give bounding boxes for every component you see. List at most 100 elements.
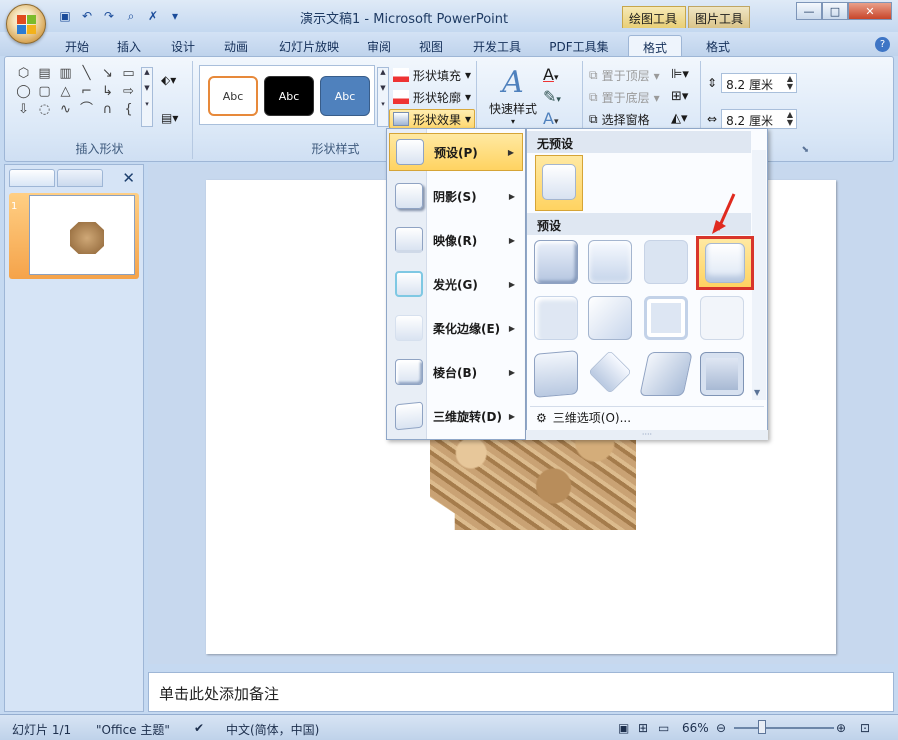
menu-item-glow[interactable]: 发光(G) ▶ — [389, 265, 523, 303]
shape-width-input[interactable]: 8.2 厘米 ▲ ▼ — [721, 109, 798, 129]
tab-developer[interactable]: 开发工具 — [466, 35, 528, 56]
shape-fill-button[interactable]: 形状填充 ▾ — [393, 65, 471, 85]
menu-item-preset[interactable]: 预设(P) ▶ — [389, 133, 523, 171]
preset-option-5[interactable] — [534, 296, 578, 340]
shape-height-input[interactable]: 8.2 厘米 ▲ ▼ — [721, 73, 798, 93]
text-effects-icon[interactable]: A▾ — [543, 109, 558, 128]
close-button[interactable]: ✕ — [848, 2, 892, 20]
text-fill-icon[interactable]: A▾ — [543, 65, 558, 84]
tab-format-drawing[interactable]: 格式 — [628, 35, 682, 56]
text-outline-icon[interactable]: ✎▾ — [543, 87, 561, 106]
rounded-rect-icon[interactable]: ▢ — [36, 85, 53, 99]
tab-slides-view[interactable] — [9, 169, 55, 187]
arrow-line-icon[interactable]: ↘ — [99, 67, 116, 81]
style-sample-black[interactable]: Abc — [264, 76, 314, 116]
tab-outline-view[interactable] — [57, 169, 103, 187]
zoom-slider[interactable] — [734, 727, 834, 729]
menu-item-shadow[interactable]: 阴影(S) ▶ — [389, 177, 523, 215]
shape-effects-button[interactable]: 形状效果 ▾ — [389, 109, 476, 129]
close-pane-icon[interactable]: ✕ — [122, 169, 135, 187]
right-arrow-shape-icon[interactable]: ⇨ — [120, 85, 137, 99]
elbow-connector-icon[interactable]: ⌐ — [78, 85, 95, 99]
tab-format-picture[interactable]: 格式 — [696, 35, 740, 56]
menu-item-3d-rotation[interactable]: 三维旋转(D) ▶ — [389, 397, 523, 435]
preset-option-7[interactable] — [644, 296, 688, 340]
normal-view-icon[interactable]: ▣ — [618, 721, 629, 735]
zoom-slider-handle[interactable] — [758, 720, 766, 734]
line-shape-icon[interactable]: ╲ — [78, 67, 95, 81]
tab-pdf-tools[interactable]: PDF工具集 — [544, 35, 614, 56]
shape-outline-button[interactable]: 形状轮廓 ▾ — [393, 87, 471, 107]
save-icon[interactable]: ▣ — [56, 8, 74, 24]
freeform-shape-icon[interactable]: ◌ — [36, 103, 53, 117]
preset-option-2[interactable] — [588, 240, 632, 284]
preset-gallery-scrollbar[interactable] — [752, 150, 766, 400]
styles-gallery-scroll[interactable]: ▲ ▼ ▾ — [377, 67, 389, 127]
textbox-shape-icon[interactable]: ▤ — [36, 67, 53, 81]
slide-sorter-icon[interactable]: ⊞ — [638, 721, 648, 735]
scribble-shape-icon[interactable]: ∿ — [57, 103, 74, 117]
menu-item-reflection[interactable]: 映像(R) ▶ — [389, 221, 523, 259]
slideshow-view-icon[interactable]: ▭ — [658, 721, 669, 735]
preset-option-12[interactable] — [700, 352, 744, 396]
tab-home[interactable]: 开始 — [58, 35, 96, 56]
zoom-in-icon[interactable]: ⊕ — [836, 721, 846, 735]
preset-option-8[interactable] — [700, 296, 744, 340]
send-to-back-button[interactable]: ⧉ 置于底层 ▾ — [589, 89, 660, 106]
preset-option-1[interactable] — [534, 240, 578, 284]
tab-slideshow[interactable]: 幻灯片放映 — [272, 35, 346, 56]
maximize-button[interactable]: □ — [822, 2, 848, 20]
undo-icon[interactable]: ↶ — [78, 8, 96, 24]
arc-shape-icon[interactable]: ⌒ — [78, 103, 95, 117]
tab-insert[interactable]: 插入 — [110, 35, 148, 56]
size-dialog-launcher-icon[interactable]: ⬊ — [801, 145, 809, 155]
preset-option-3[interactable] — [644, 240, 688, 284]
preset-option-6[interactable] — [588, 296, 632, 340]
no-preset-option[interactable] — [535, 155, 583, 211]
help-icon[interactable]: ? — [875, 37, 890, 52]
width-spinner[interactable]: ▲ ▼ — [787, 111, 793, 127]
zoom-level[interactable]: 66% — [682, 721, 709, 735]
tab-review[interactable]: 审阅 — [360, 35, 398, 56]
vertical-textbox-icon[interactable]: ▥ — [57, 67, 74, 81]
group-objects-icon[interactable]: ⊞▾ — [671, 89, 688, 104]
triangle-shape-icon[interactable]: △ — [57, 85, 74, 99]
minimize-button[interactable]: — — [796, 2, 822, 20]
brace-shape-icon[interactable]: { — [120, 103, 137, 117]
height-spinner[interactable]: ▲ ▼ — [787, 75, 793, 91]
resize-grip[interactable]: ···· — [526, 430, 768, 440]
tab-design[interactable]: 设计 — [164, 35, 202, 56]
rectangle-shape-icon[interactable]: ▭ — [120, 67, 137, 81]
fit-window-icon[interactable]: ⊡ — [860, 721, 870, 735]
preset-option-9[interactable] — [534, 350, 578, 398]
oval-shape-icon[interactable]: ◯ — [15, 85, 32, 99]
spelling-icon[interactable]: ✗ — [144, 8, 162, 24]
preset-option-11[interactable] — [639, 352, 693, 396]
textbox-icon[interactable]: ▤▾ — [161, 111, 178, 125]
octagon-shape-icon[interactable]: ⬡ — [15, 67, 32, 81]
elbow-arrow-icon[interactable]: ↳ — [99, 85, 116, 99]
tab-animations[interactable]: 动画 — [216, 35, 256, 56]
office-button[interactable] — [6, 4, 46, 44]
quick-styles-button[interactable]: A 快速样式 ▾ — [485, 65, 541, 126]
spell-check-icon[interactable]: ✔ — [194, 721, 204, 735]
preset-option-4-selected[interactable] — [696, 236, 754, 290]
edit-shape-icon[interactable]: ⬖▾ — [161, 73, 176, 87]
zoom-out-icon[interactable]: ⊖ — [716, 721, 726, 735]
redo-icon[interactable]: ↷ — [100, 8, 118, 24]
selection-pane-button[interactable]: ⧉ 选择窗格 — [589, 111, 650, 128]
curve-shape-icon[interactable]: ∩ — [99, 103, 116, 117]
menu-item-soft-edges[interactable]: 柔化边缘(E) ▶ — [389, 309, 523, 347]
down-arrow-shape-icon[interactable]: ⇩ — [15, 103, 32, 117]
shapes-gallery-scroll[interactable]: ▲ ▼ ▾ — [141, 67, 153, 127]
customize-icon[interactable]: ▾ — [166, 8, 184, 24]
rotate-icon[interactable]: ◭▾ — [671, 111, 688, 126]
tab-view[interactable]: 视图 — [412, 35, 450, 56]
align-icon[interactable]: ⊫▾ — [671, 67, 689, 82]
scroll-down-icon[interactable]: ▼ — [754, 388, 760, 397]
bring-to-front-button[interactable]: ⧉ 置于顶层 ▾ — [589, 67, 660, 84]
slide-thumbnail[interactable] — [29, 195, 135, 275]
style-sample-orange-outline[interactable]: Abc — [208, 76, 258, 116]
style-sample-blue[interactable]: Abc — [320, 76, 370, 116]
3d-options-link[interactable]: ⚙ 三维选项(O)... — [530, 406, 764, 428]
